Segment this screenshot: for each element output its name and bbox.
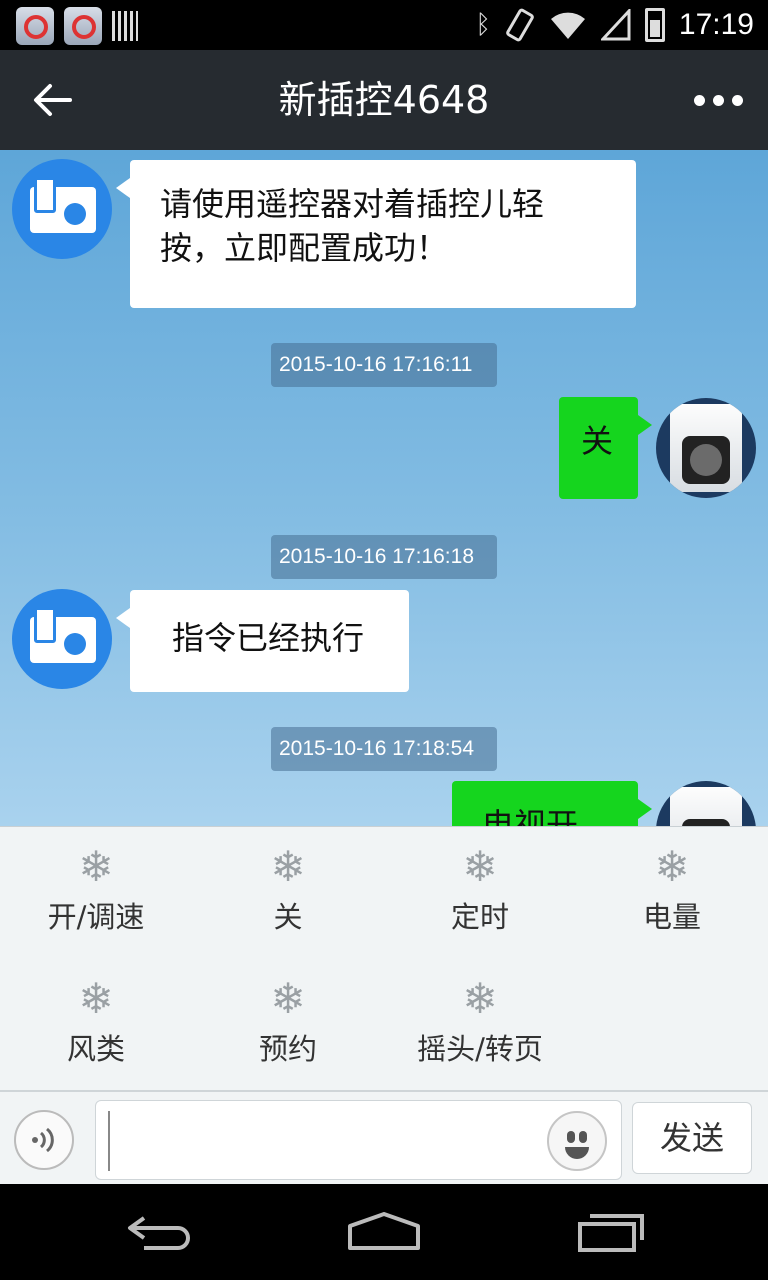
snowflake-icon: ❄ [462,974,498,1023]
incoming-message[interactable]: 请使用遥控器对着插控儿轻按，立即配置成功！ [116,160,636,308]
bluetooth-icon: ᛒ [475,10,491,40]
clock: 17:19 [678,8,754,41]
command-off-button[interactable]: ❄ 关 [192,827,384,947]
back-icon[interactable] [114,1202,204,1262]
outgoing-message[interactable]: 关 [559,397,652,499]
system-icons: ᛒ 17:19 [475,6,754,44]
command-label: 开/调速 [47,900,145,934]
title-bar: 新插控4648 [0,50,768,150]
device-avatar[interactable] [12,589,112,689]
wifi-icon [550,12,585,39]
page-title: 新插控4648 [278,78,490,122]
more-dots-icon[interactable] [690,84,746,116]
message-input-container[interactable] [95,1100,622,1180]
app-notification-icon [64,7,102,45]
notification-icons [16,7,138,45]
emoji-icon[interactable] [547,1111,607,1171]
message-timestamp: 2015-10-16 17:18:54 [271,727,497,771]
barcode-icon [112,11,138,41]
status-bar: ᛒ 17:19 [0,0,768,50]
user-avatar[interactable] [656,398,756,498]
send-button[interactable]: 发送 [632,1102,752,1174]
command-wind-type-button[interactable]: ❄ 风类 [0,959,192,1079]
command-label: 电量 [642,900,701,934]
home-icon[interactable] [339,1202,429,1262]
input-bar: 发送 [0,1090,768,1184]
command-panel: ❄ 开/调速 ❄ 关 ❄ 定时 ❄ 电量 ❄ 风类 ❄ 预约 ❄ 摇头/转页 [0,826,768,1090]
command-label: 预约 [258,1032,317,1066]
vibrate-icon [506,8,534,42]
navigation-bar [0,1184,768,1280]
user-avatar[interactable] [656,781,756,826]
message-timestamp: 2015-10-16 17:16:18 [271,535,497,579]
battery-icon [644,8,665,42]
command-label: 摇头/转页 [417,1032,543,1066]
outgoing-message[interactable]: 电视开关 [452,781,652,826]
snowflake-icon: ❄ [462,842,498,891]
message-input[interactable] [108,1111,538,1171]
command-label: 关 [273,900,303,934]
snowflake-icon: ❄ [78,974,114,1023]
snowflake-icon: ❄ [270,974,306,1023]
snowflake-icon: ❄ [270,842,306,891]
command-timer-button[interactable]: ❄ 定时 [384,827,576,947]
snowflake-icon: ❄ [78,842,114,891]
command-schedule-button[interactable]: ❄ 预约 [192,959,384,1079]
command-speed-button[interactable]: ❄ 开/调速 [0,827,192,947]
incoming-message[interactable]: 指令已经执行 [116,590,409,692]
app-notification-icon [16,7,54,45]
command-swing-button[interactable]: ❄ 摇头/转页 [384,959,576,1079]
voice-icon[interactable] [14,1110,74,1170]
command-label: 风类 [66,1032,125,1066]
recents-icon[interactable] [566,1202,656,1262]
command-label: 定时 [450,900,509,934]
snowflake-icon: ❄ [654,842,690,891]
command-power-button[interactable]: ❄ 电量 [576,827,768,947]
signal-icon [600,9,631,41]
device-avatar[interactable] [12,159,112,259]
chat-area[interactable]: 请使用遥控器对着插控儿轻按，立即配置成功！ 2015-10-16 17:16:1… [0,150,768,826]
message-timestamp: 2015-10-16 17:16:11 [271,343,497,387]
